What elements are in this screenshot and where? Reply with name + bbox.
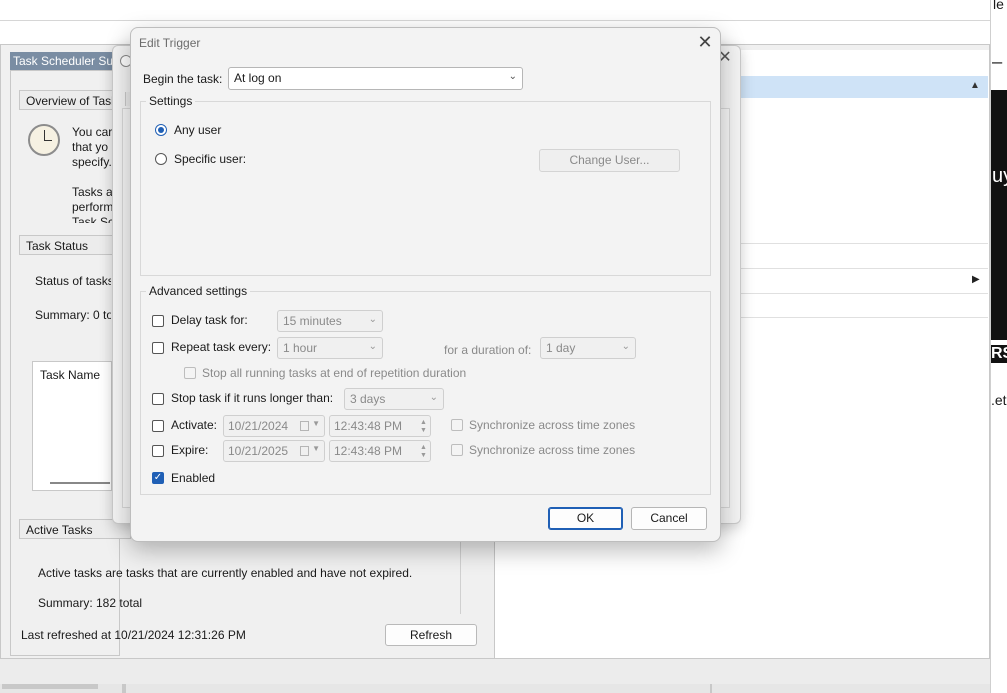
last-refreshed-text: Last refreshed at 10/21/2024 12:31:26 PM <box>21 628 246 642</box>
stop-longer-checkbox[interactable] <box>152 393 164 405</box>
actions-pane-header[interactable] <box>738 76 988 98</box>
delay-task-select[interactable]: 15 minutes ⌄ <box>277 310 383 332</box>
task-status-summary: Summary: 0 to <box>35 308 111 322</box>
stop-longer-value: 3 days <box>350 392 386 406</box>
expire-label[interactable]: Expire: <box>171 443 208 457</box>
repeat-task-value: 1 hour <box>283 341 318 355</box>
specific-user-radio[interactable] <box>155 153 167 165</box>
duration-value: 1 day <box>546 341 576 355</box>
expire-time-value: 12:43:48 PM <box>334 444 403 458</box>
activate-date-value: 10/21/2024 <box>228 419 289 433</box>
chevron-down-icon: ⌄ <box>429 392 438 403</box>
any-user-radio[interactable] <box>155 124 167 136</box>
advanced-settings-title: Advanced settings <box>146 284 251 298</box>
spin-down-icon[interactable]: ▼ <box>419 452 428 459</box>
activate-time-value: 12:43:48 PM <box>334 419 403 433</box>
begin-task-value: At log on <box>234 71 282 85</box>
repeat-task-label[interactable]: Repeat task every: <box>171 340 271 354</box>
active-tasks-summary: Summary: 182 total <box>38 596 143 610</box>
taskbar-divider-2 <box>710 684 712 693</box>
calendar-icon[interactable] <box>300 446 309 456</box>
overview-header[interactable]: Overview of Tasl <box>19 90 119 110</box>
begin-task-label: Begin the task: <box>143 72 223 86</box>
submenu-arrow-icon[interactable]: ▶ <box>972 274 980 285</box>
task-name-column-header[interactable]: Task Name <box>40 368 100 382</box>
active-tasks-description: Active tasks are tasks that are currentl… <box>38 566 413 580</box>
stop-longer-label[interactable]: Stop task if it runs longer than: <box>171 391 333 405</box>
chevron-down-icon: ⌄ <box>508 71 517 82</box>
activate-sync-label[interactable]: Synchronize across time zones <box>469 418 635 432</box>
taskbar-divider <box>122 684 126 693</box>
task-status-header[interactable]: Task Status <box>19 235 119 255</box>
settings-group <box>140 101 711 276</box>
change-user-button[interactable]: Change User... <box>539 149 680 172</box>
cancel-button[interactable]: Cancel <box>631 507 707 530</box>
stop-all-label[interactable]: Stop all running tasks at end of repetit… <box>202 366 466 380</box>
activate-sync-checkbox[interactable] <box>451 419 463 431</box>
activate-time-field[interactable]: 12:43:48 PM ▲ ▼ <box>329 415 431 437</box>
task-scheduler-summary-title: Task Scheduler Sur <box>10 52 120 70</box>
edge-image <box>991 90 1007 340</box>
expire-checkbox[interactable] <box>152 445 164 457</box>
chevron-down-icon: ⌄ <box>368 341 377 352</box>
taskbar-edge <box>0 684 990 693</box>
actions-divider-1 <box>738 243 988 244</box>
taskbar-item-1[interactable] <box>2 684 98 689</box>
activate-label[interactable]: Activate: <box>171 418 217 432</box>
list-scroll-thumb[interactable] <box>50 482 110 484</box>
chevron-down-icon: ⌄ <box>368 314 377 325</box>
dialog-title: Edit Trigger <box>139 36 201 50</box>
activate-date-field[interactable]: 10/21/2024 ▼ <box>223 415 325 437</box>
specific-user-label[interactable]: Specific user: <box>174 152 246 166</box>
spin-up-icon[interactable]: ▲ <box>419 419 428 426</box>
begin-task-select[interactable]: At log on ⌄ <box>228 67 523 90</box>
task-status-text: Status of tasks <box>35 274 111 288</box>
stop-longer-select[interactable]: 3 days ⌄ <box>344 388 444 410</box>
status-bar <box>0 658 990 685</box>
close-icon[interactable]: ✕ <box>697 33 713 51</box>
actions-divider-2 <box>738 268 988 269</box>
collapse-up-icon[interactable]: ▲ <box>970 80 980 91</box>
spin-down-icon[interactable]: ▼ <box>419 427 428 434</box>
duration-select[interactable]: 1 day ⌄ <box>540 337 636 359</box>
delay-task-value: 15 minutes <box>283 314 342 328</box>
chevron-down-icon[interactable]: ▼ <box>312 444 320 453</box>
chevron-down-icon[interactable]: ▼ <box>312 419 320 428</box>
actions-divider-3 <box>738 293 988 294</box>
chevron-down-icon: ⌄ <box>621 341 630 352</box>
spin-up-icon[interactable]: ▲ <box>419 444 428 451</box>
edge-text-top: le <box>993 0 1004 12</box>
edge-text-dash: _ C <box>992 44 1007 64</box>
delay-task-label[interactable]: Delay task for: <box>171 313 248 327</box>
edge-text-mid1: uy <box>992 165 1007 187</box>
refresh-button[interactable]: Refresh <box>385 624 477 646</box>
clock-icon <box>28 124 60 156</box>
any-user-label[interactable]: Any user <box>174 123 221 137</box>
ok-button[interactable]: OK <box>548 507 623 530</box>
stop-all-checkbox[interactable] <box>184 367 196 379</box>
activate-checkbox[interactable] <box>152 420 164 432</box>
repeat-task-select[interactable]: 1 hour ⌄ <box>277 337 383 359</box>
repeat-task-checkbox[interactable] <box>152 342 164 354</box>
expire-date-value: 10/21/2025 <box>228 444 289 458</box>
enabled-label[interactable]: Enabled <box>171 471 215 485</box>
enabled-checkbox[interactable]: ✓ <box>152 472 164 484</box>
edge-text-mid2: RS <box>991 345 1007 363</box>
expire-sync-checkbox[interactable] <box>451 444 463 456</box>
delay-task-checkbox[interactable] <box>152 315 164 327</box>
duration-label: for a duration of: <box>444 343 532 357</box>
calendar-icon[interactable] <box>300 421 309 431</box>
actions-divider-4 <box>738 317 988 318</box>
settings-group-title: Settings <box>146 94 196 108</box>
expire-date-field[interactable]: 10/21/2025 ▼ <box>223 440 325 462</box>
overview-text: You car that yo specify. Tasks ar perfor… <box>72 125 112 223</box>
expire-time-field[interactable]: 12:43:48 PM ▲ ▼ <box>329 440 431 462</box>
expire-sync-label[interactable]: Synchronize across time zones <box>469 443 635 457</box>
edge-text-mid3: .et <box>991 392 1007 408</box>
top-strip <box>0 0 990 21</box>
